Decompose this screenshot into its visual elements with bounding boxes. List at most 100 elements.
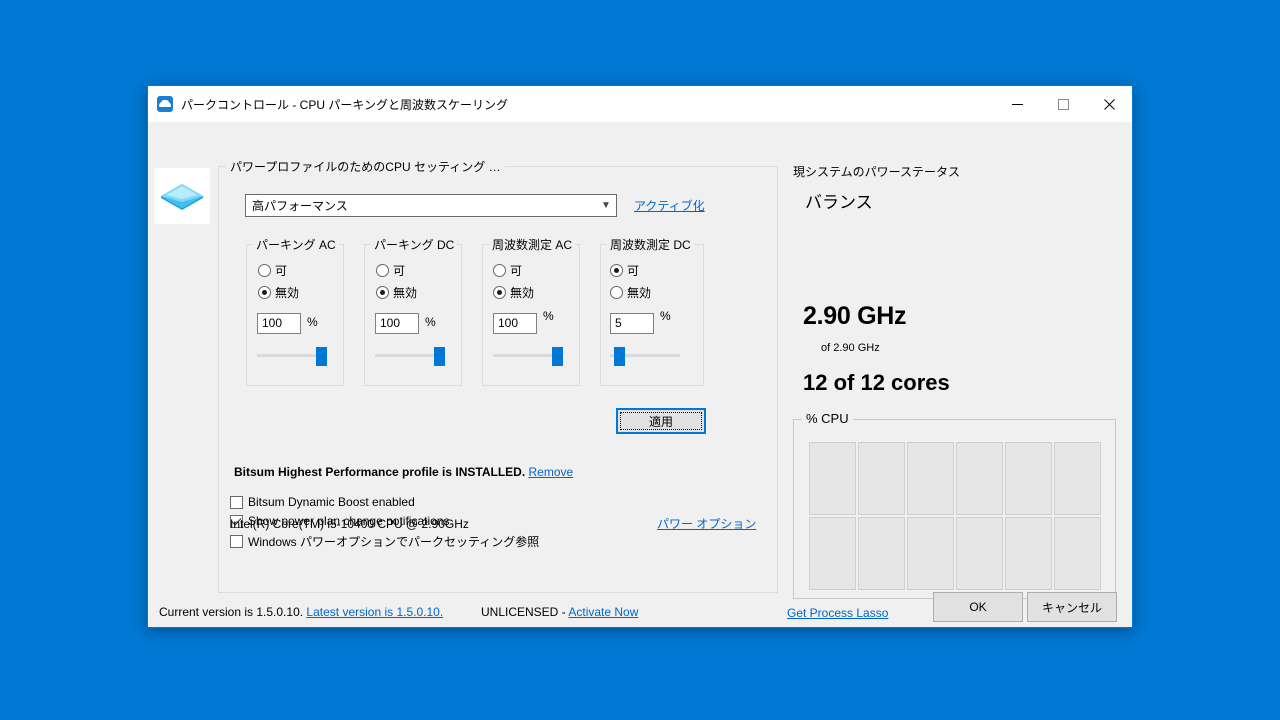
current-frequency: 2.90 GHz (803, 302, 907, 330)
slider-thumb[interactable] (434, 347, 445, 366)
cpu-core-cell (1054, 442, 1101, 515)
power-profile-value: 高パフォーマンス (252, 199, 348, 213)
park-control-window: パークコントロール - CPU パーキングと周波数スケーリング パワープロファイ… (147, 85, 1133, 628)
cpu-core-cell (858, 517, 905, 590)
cpu-core-cell (1005, 517, 1052, 590)
frequency-dc-unit: % (660, 309, 671, 323)
cpu-core-cell (858, 442, 905, 515)
window-title: パークコントロール - CPU パーキングと周波数スケーリング (181, 97, 508, 112)
cpu-core-cell (956, 442, 1003, 515)
current-power-plan: バランス (805, 193, 873, 212)
cpu-meter-legend: % CPU (802, 411, 853, 426)
parking-dc-radio-disabled[interactable]: 無効 (376, 284, 417, 301)
title-bar: パークコントロール - CPU パーキングと周波数スケーリング (148, 86, 1132, 122)
radio-indicator (493, 286, 506, 299)
frequency-dc-slider[interactable] (610, 344, 680, 366)
latest-version-link[interactable]: Latest version is 1.5.0.10. (306, 605, 443, 619)
cpu-core-cell (809, 442, 856, 515)
radio-indicator (493, 264, 506, 277)
cpu-core-cell (956, 517, 1003, 590)
activate-profile-link[interactable]: アクティブ化 (634, 197, 705, 214)
frequency-dc-radio-enabled[interactable]: 可 (610, 262, 639, 279)
radio-label: 可 (393, 264, 406, 278)
frequency-dc-group-label: 周波数測定 DC (607, 236, 694, 253)
parking-ac-radio-enabled[interactable]: 可 (258, 262, 287, 279)
radio-label: 無効 (627, 286, 652, 300)
checkbox-indicator (230, 535, 243, 548)
minimize-icon (1011, 103, 1023, 105)
power-options-link[interactable]: パワー オプション (657, 515, 756, 532)
profile-installed-status: Bitsum Highest Performance profile is IN… (234, 465, 573, 479)
radio-label: 無効 (393, 286, 418, 300)
maximize-button[interactable] (1040, 86, 1086, 122)
parking-dc-slider[interactable] (375, 344, 445, 366)
radio-indicator (258, 286, 271, 299)
license-label: UNLICENSED - (481, 605, 566, 619)
radio-indicator (376, 286, 389, 299)
radio-label: 無効 (510, 286, 535, 300)
cpu-model-label: Intel(R) Core(TM) i5-10400 CPU @ 2.90GHz (230, 517, 469, 531)
frequency-ac-radio-disabled[interactable]: 無効 (493, 284, 534, 301)
frequency-ac-radio-enabled[interactable]: 可 (493, 262, 522, 279)
activate-now-link[interactable]: Activate Now (568, 605, 638, 619)
client-area: パワープロファイルのためのCPU セッティング … 高パフォーマンス ▼ アクテ… (148, 122, 1132, 627)
checkbox-label: Bitsum Dynamic Boost enabled (248, 495, 415, 509)
apply-button[interactable]: 適用 (616, 408, 706, 434)
version-info: Current version is 1.5.0.10. Latest vers… (159, 605, 443, 619)
minimize-button[interactable] (994, 86, 1040, 122)
active-cores: 12 of 12 cores (803, 370, 950, 395)
cpu-core-cell (809, 517, 856, 590)
frequency-ac-value-input[interactable]: 100 (493, 313, 537, 334)
frequency-dc-radio-disabled[interactable]: 無効 (610, 284, 651, 301)
slider-thumb[interactable] (614, 347, 625, 366)
radio-label: 無効 (275, 286, 300, 300)
frequency-ac-unit: % (543, 309, 554, 323)
slider-thumb[interactable] (316, 347, 327, 366)
apply-button-label: 適用 (620, 412, 702, 430)
parking-ac-slider[interactable] (257, 344, 327, 366)
radio-indicator (610, 286, 623, 299)
parking-ac-value-input[interactable]: 100 (257, 313, 301, 334)
cpu-settings-panel-legend: パワープロファイルのためのCPU セッティング … (226, 158, 505, 175)
frequency-ac-group-label: 周波数測定 AC (489, 236, 576, 253)
parking-dc-radio-enabled[interactable]: 可 (376, 262, 405, 279)
cpu-core-cell (1005, 442, 1052, 515)
diamond-logo-icon (161, 184, 203, 210)
cancel-button[interactable]: キャンセル (1027, 592, 1117, 622)
system-power-status-title: 現システムのパワーステータス (793, 165, 961, 179)
slider-thumb[interactable] (552, 347, 563, 366)
cpu-core-cell (907, 442, 954, 515)
app-logo (154, 168, 210, 224)
car-icon (157, 96, 173, 112)
checkbox-label: Windows パワーオプションでパークセッティング参照 (248, 535, 540, 549)
get-process-lasso-link[interactable]: Get Process Lasso (787, 606, 888, 620)
frequency-ac-slider[interactable] (493, 344, 563, 366)
max-frequency: of 2.90 GHz (821, 342, 880, 354)
radio-indicator (610, 264, 623, 277)
radio-label: 可 (627, 264, 640, 278)
radio-label: 可 (275, 264, 288, 278)
parking-dc-unit: % (425, 315, 436, 329)
parking-dc-value-input[interactable]: 100 (375, 313, 419, 334)
checkbox-windows-power-options[interactable]: Windows パワーオプションでパークセッティング参照 (230, 533, 539, 550)
license-status: UNLICENSED - Activate Now (481, 605, 638, 619)
close-icon (1103, 98, 1115, 110)
frequency-dc-value-input[interactable]: 5 (610, 313, 654, 334)
power-profile-select[interactable]: 高パフォーマンス ▼ (245, 194, 617, 217)
current-version-label: Current version is 1.5.0.10. (159, 605, 304, 619)
radio-label: 可 (510, 264, 523, 278)
maximize-icon (1057, 98, 1069, 110)
close-button[interactable] (1086, 86, 1132, 122)
window-controls (994, 86, 1132, 122)
checkbox-indicator (230, 495, 243, 509)
chevron-down-icon: ▼ (601, 199, 611, 211)
checkbox-dynamic-boost[interactable]: Bitsum Dynamic Boost enabled (230, 495, 415, 509)
parking-ac-unit: % (307, 315, 318, 329)
cpu-core-cell (1054, 517, 1101, 590)
remove-profile-link[interactable]: Remove (529, 465, 574, 479)
radio-indicator (376, 264, 389, 277)
ok-button[interactable]: OK (933, 592, 1023, 622)
parking-ac-radio-disabled[interactable]: 無効 (258, 284, 299, 301)
cpu-core-cell (907, 517, 954, 590)
parking-ac-group-label: パーキング AC (253, 236, 339, 253)
